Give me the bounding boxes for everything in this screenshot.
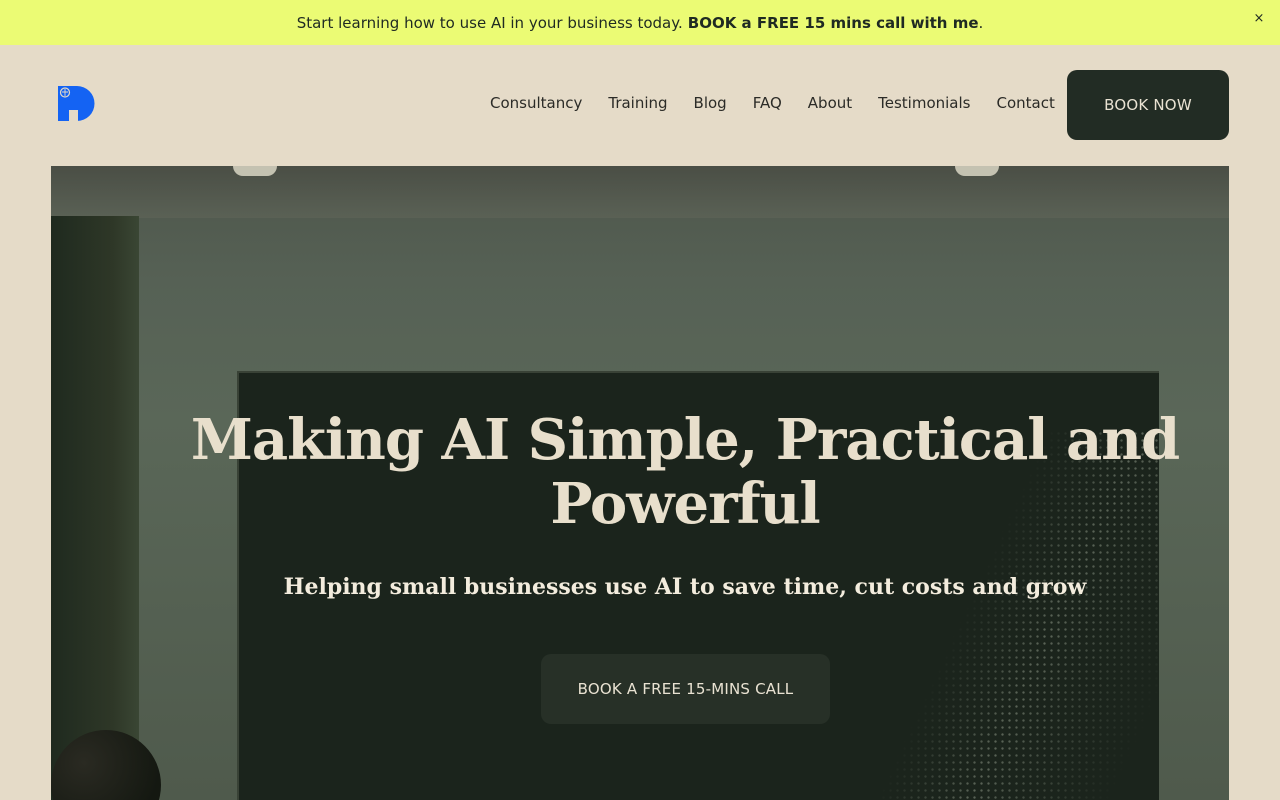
close-icon[interactable]: × bbox=[1252, 11, 1266, 27]
hero-background-ceiling bbox=[51, 166, 1229, 218]
nav-training[interactable]: Training bbox=[608, 94, 667, 112]
nav-contact[interactable]: Contact bbox=[996, 94, 1054, 112]
main-nav: Consultancy Training Blog FAQ About Test… bbox=[490, 94, 1055, 112]
nav-consultancy[interactable]: Consultancy bbox=[490, 94, 582, 112]
book-free-call-button[interactable]: BOOK A FREE 15-MINS CALL bbox=[541, 654, 830, 724]
nav-blog[interactable]: Blog bbox=[694, 94, 727, 112]
ceiling-light bbox=[955, 166, 999, 176]
nav-testimonials[interactable]: Testimonials bbox=[878, 94, 970, 112]
hero-subtitle: Helping small businesses use AI to save … bbox=[283, 574, 1087, 600]
announcement-link[interactable]: BOOK a FREE 15 mins call with me bbox=[688, 14, 979, 32]
hero-title: Making AI Simple, Practical and Powerful bbox=[190, 407, 1180, 537]
announcement-text: Start learning how to use AI in your bus… bbox=[296, 13, 683, 32]
hero-background-pillar bbox=[51, 216, 139, 800]
nav-faq[interactable]: FAQ bbox=[753, 94, 782, 112]
site-header: Consultancy Training Blog FAQ About Test… bbox=[0, 45, 1280, 166]
hero-section: Making AI Simple, Practical and Powerful… bbox=[51, 166, 1229, 800]
p-logo-icon[interactable] bbox=[57, 85, 95, 122]
announcement-bar: Start learning how to use AI in your bus… bbox=[0, 0, 1280, 45]
book-now-button[interactable]: BOOK NOW bbox=[1067, 70, 1229, 140]
ceiling-light bbox=[233, 166, 277, 176]
nav-about[interactable]: About bbox=[808, 94, 852, 112]
announcement-trailing: . bbox=[978, 13, 984, 32]
